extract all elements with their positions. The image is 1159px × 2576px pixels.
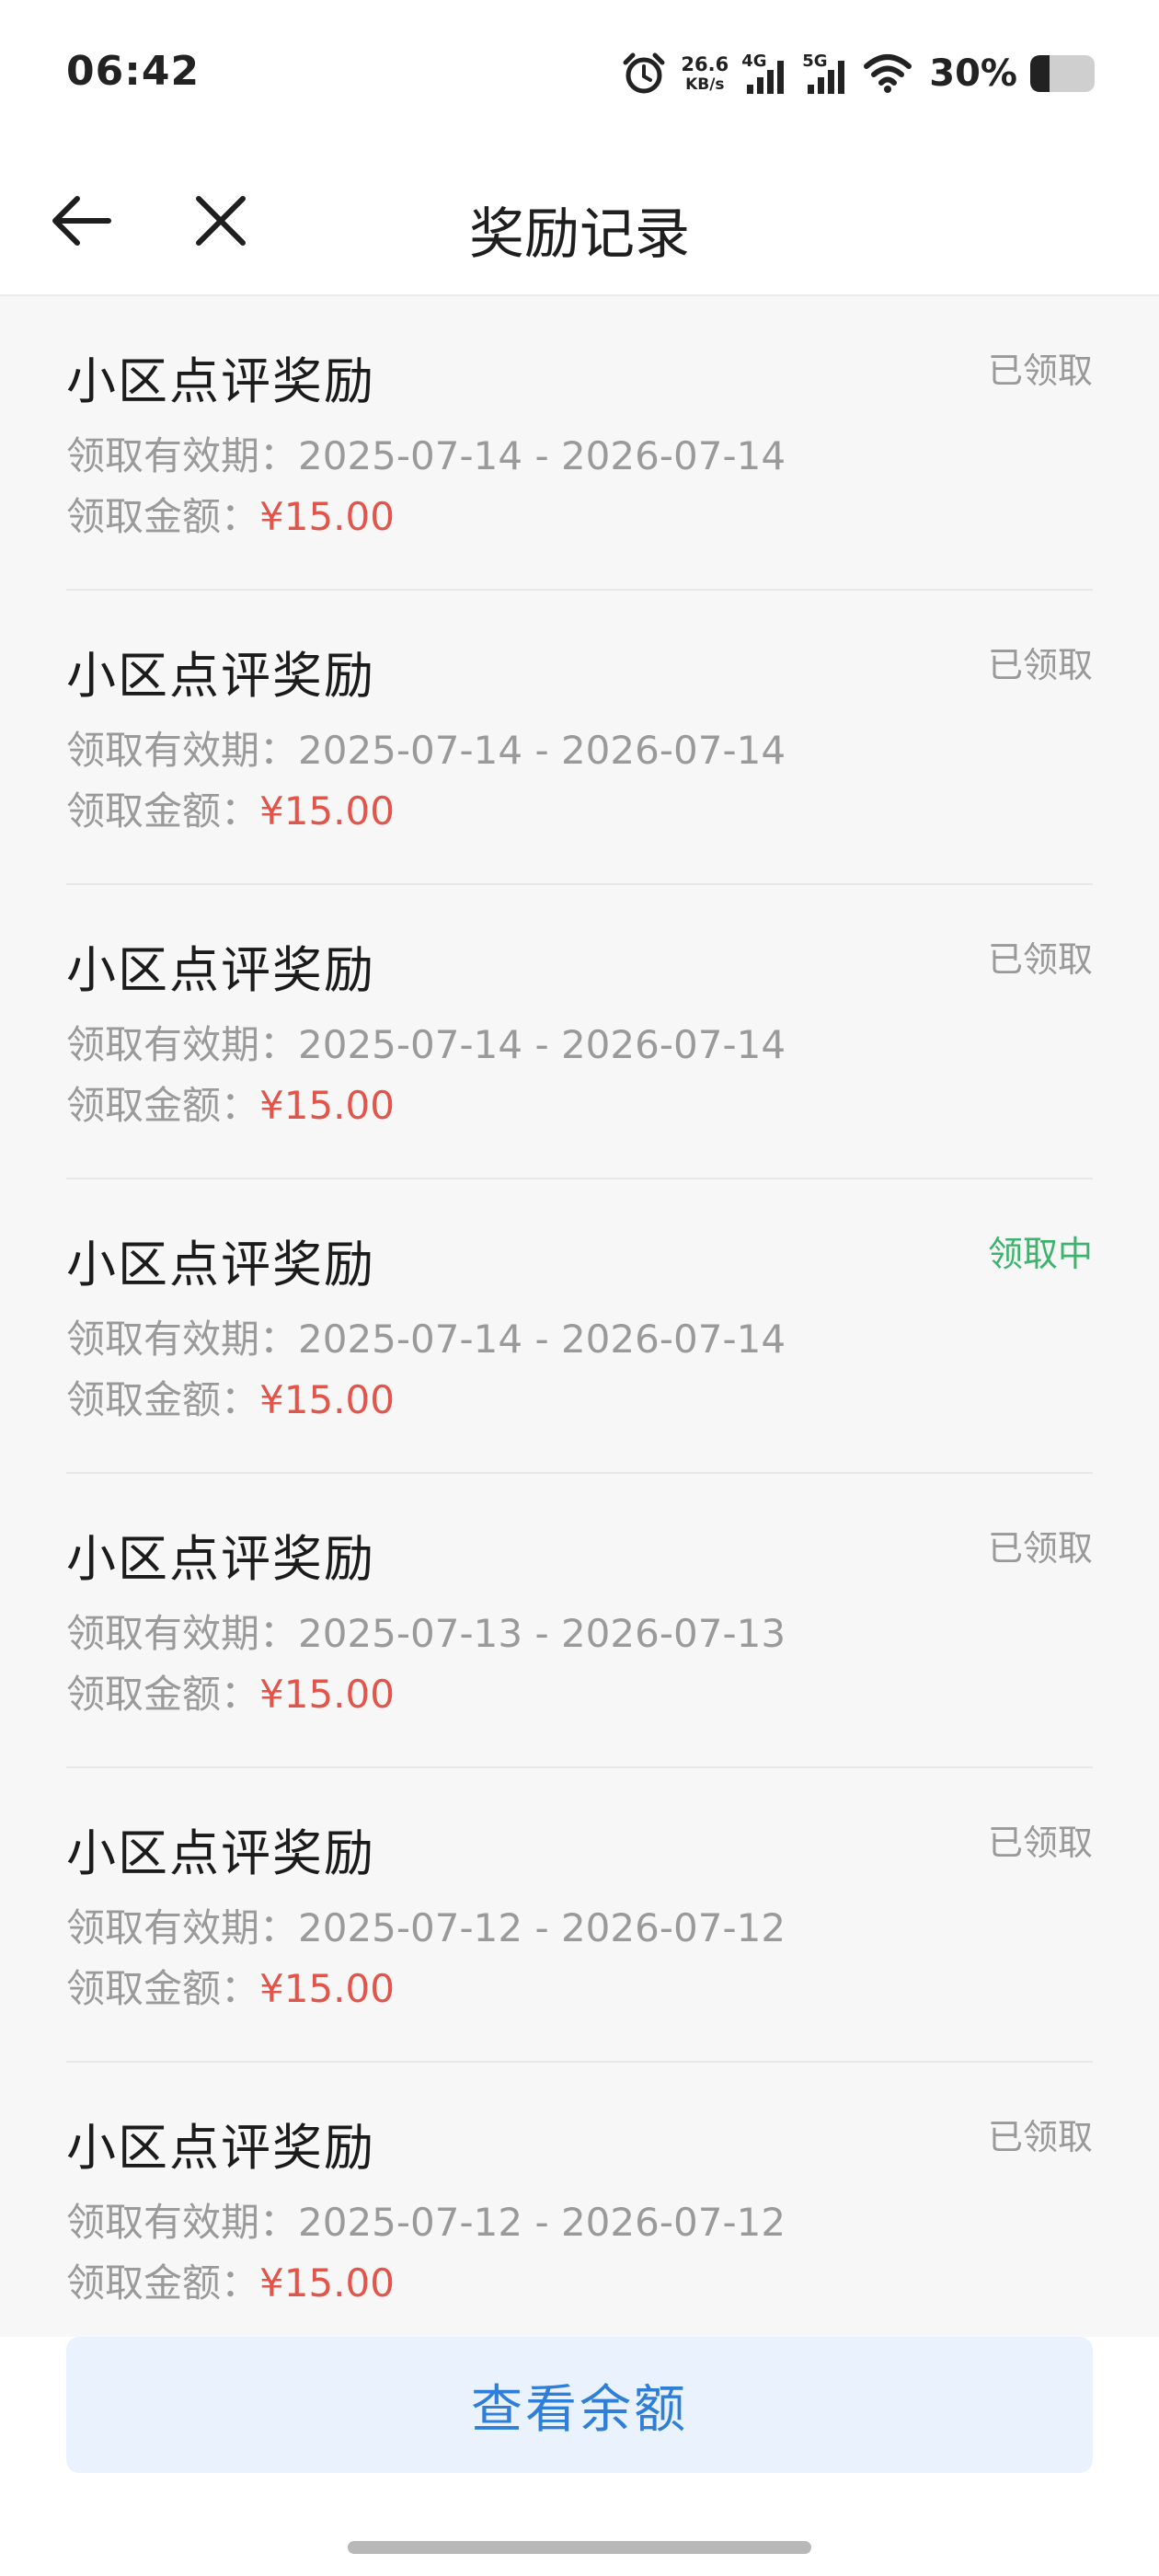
amount-value: ¥15.00	[259, 1083, 395, 1128]
record-status-badge: 已领取	[987, 351, 1093, 391]
record-status-badge: 领取中	[987, 1234, 1093, 1274]
validity-label: 领取有效期：	[66, 1317, 299, 1362]
record-amount-row: 领取金额：¥15.00	[66, 1369, 395, 1425]
validity-label: 领取有效期：	[66, 433, 299, 478]
alarm-icon	[623, 52, 665, 94]
reward-record-list: 小区点评奖励 已领取 领取有效期：2025-07-14 - 2026-07-14 领取…	[66, 296, 1093, 2357]
record-title: 小区点评奖励	[66, 1236, 375, 1294]
battery-icon	[1030, 55, 1095, 92]
status-time: 06:42	[66, 48, 201, 95]
battery-percent: 30%	[929, 52, 1017, 95]
amount-value: ¥15.00	[259, 788, 395, 834]
reward-record-item[interactable]: 小区点评奖励 已领取 领取有效期：2025-07-14 - 2026-07-14 领取…	[66, 885, 1093, 1179]
amount-label: 领取金额：	[66, 2260, 260, 2306]
record-validity: 领取有效期：2025-07-14 - 2026-07-14	[66, 1014, 786, 1070]
reward-record-item[interactable]: 小区点评奖励 已领取 领取有效期：2025-07-12 - 2026-07-12 领取…	[66, 1768, 1093, 2063]
amount-label: 领取金额：	[66, 1966, 260, 2011]
amount-label: 领取金额：	[66, 494, 260, 539]
record-amount-row: 领取金额：¥15.00	[66, 2252, 395, 2308]
record-validity: 领取有效期：2025-07-14 - 2026-07-14	[66, 1308, 786, 1364]
validity-label: 领取有效期：	[66, 2200, 299, 2245]
record-title: 小区点评奖励	[66, 2119, 375, 2177]
record-status-badge: 已领取	[987, 645, 1093, 685]
page-title: 奖励记录	[469, 202, 690, 267]
record-status-badge: 已领取	[987, 939, 1093, 980]
validity-period: 2025-07-14 - 2026-07-14	[298, 433, 786, 478]
signal-4g: 4G	[741, 52, 789, 96]
record-validity: 领取有效期：2025-07-12 - 2026-07-12	[66, 1897, 786, 1953]
record-validity: 领取有效期：2025-07-14 - 2026-07-14	[66, 719, 786, 776]
status-icons: 26.6 KB/s 4G 5G 30%	[620, 46, 1095, 101]
bottom-bar: 查看余额	[0, 2337, 1159, 2576]
amount-label: 领取金额：	[66, 1083, 260, 1128]
amount-value: ¥15.00	[259, 2260, 395, 2306]
record-title: 小区点评奖励	[66, 647, 375, 705]
record-validity: 领取有效期：2025-07-14 - 2026-07-14	[66, 425, 786, 481]
view-balance-button[interactable]: 查看余额	[66, 2337, 1093, 2473]
signal-bars-icon	[808, 61, 845, 94]
wifi-icon	[864, 54, 912, 93]
validity-period: 2025-07-14 - 2026-07-14	[298, 1022, 786, 1067]
reward-record-item[interactable]: 小区点评奖励 领取中 领取有效期：2025-07-14 - 2026-07-14 领取…	[66, 1179, 1093, 1474]
amount-value: ¥15.00	[259, 1377, 395, 1422]
record-title: 小区点评奖励	[66, 1530, 375, 1588]
amount-label: 领取金额：	[66, 1377, 260, 1422]
network-speed-unit: KB/s	[685, 75, 725, 94]
signal-bars-icon	[747, 61, 785, 94]
reward-record-item[interactable]: 小区点评奖励 已领取 领取有效期：2025-07-14 - 2026-07-14 领取…	[66, 296, 1093, 591]
validity-period: 2025-07-14 - 2026-07-14	[298, 1317, 786, 1362]
record-amount-row: 领取金额：¥15.00	[66, 486, 395, 542]
signal-5g: 5G	[802, 52, 850, 96]
record-status-badge: 已领取	[987, 1823, 1093, 1863]
validity-period: 2025-07-14 - 2026-07-14	[298, 728, 786, 773]
amount-label: 领取金额：	[66, 788, 260, 834]
home-indicator[interactable]	[348, 2541, 811, 2554]
network-speed: 26.6 KB/s	[681, 52, 729, 94]
record-amount-row: 领取金额：¥15.00	[66, 1958, 395, 2014]
validity-label: 领取有效期：	[66, 728, 299, 773]
page-header: 奖励记录	[0, 156, 1159, 296]
validity-period: 2025-07-13 - 2026-07-13	[298, 1611, 786, 1656]
validity-period: 2025-07-12 - 2026-07-12	[298, 2200, 786, 2245]
record-validity: 领取有效期：2025-07-13 - 2026-07-13	[66, 1603, 786, 1659]
network-speed-value: 26.6	[681, 52, 729, 75]
amount-label: 领取金额：	[66, 1672, 260, 1717]
record-amount-row: 领取金额：¥15.00	[66, 1663, 395, 1719]
reward-record-item[interactable]: 小区点评奖励 已领取 领取有效期：2025-07-12 - 2026-07-12 领取…	[66, 2063, 1093, 2357]
record-title: 小区点评奖励	[66, 941, 375, 999]
amount-value: ¥15.00	[259, 1672, 395, 1717]
status-bar: 06:42 26.6 KB/s 4G 5G 30%	[0, 0, 1159, 156]
validity-label: 领取有效期：	[66, 1611, 299, 1656]
record-title: 小区点评奖励	[66, 1824, 375, 1882]
reward-record-item[interactable]: 小区点评奖励 已领取 领取有效期：2025-07-13 - 2026-07-13 领取…	[66, 1474, 1093, 1768]
record-amount-row: 领取金额：¥15.00	[66, 780, 395, 836]
validity-label: 领取有效期：	[66, 1022, 299, 1067]
battery-level	[1030, 55, 1050, 92]
record-status-badge: 已领取	[987, 2117, 1093, 2157]
record-status-badge: 已领取	[987, 1528, 1093, 1569]
record-title: 小区点评奖励	[66, 352, 375, 410]
record-validity: 领取有效期：2025-07-12 - 2026-07-12	[66, 2191, 786, 2248]
validity-period: 2025-07-12 - 2026-07-12	[298, 1905, 786, 1950]
validity-label: 领取有效期：	[66, 1905, 299, 1950]
record-amount-row: 领取金额：¥15.00	[66, 1075, 395, 1131]
amount-value: ¥15.00	[259, 1966, 395, 2011]
amount-value: ¥15.00	[259, 494, 395, 539]
reward-record-item[interactable]: 小区点评奖励 已领取 领取有效期：2025-07-14 - 2026-07-14 领取…	[66, 591, 1093, 885]
